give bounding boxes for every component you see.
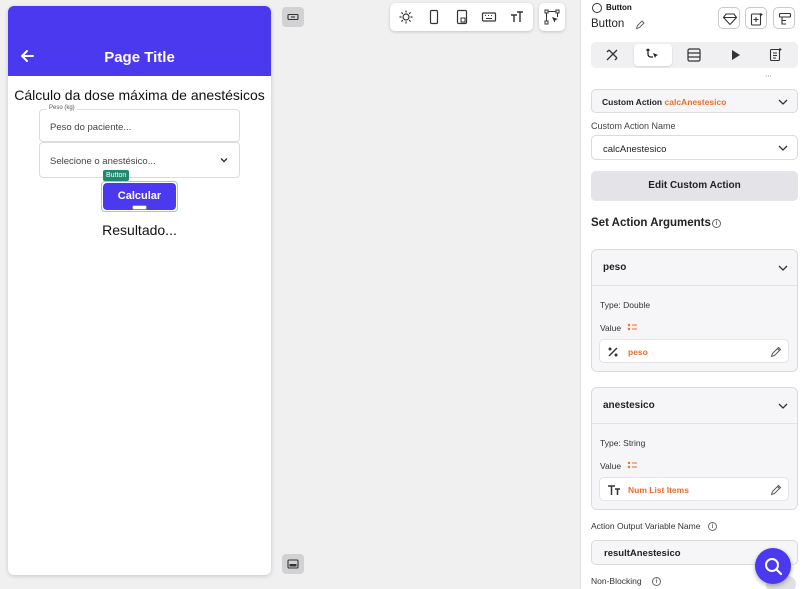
wrench-ruler-icon bbox=[606, 49, 618, 61]
argument-card-peso: peso Type: Double Value peso bbox=[591, 249, 798, 372]
argument-value-label: Value bbox=[600, 323, 622, 333]
edit-icon[interactable] bbox=[770, 346, 782, 358]
custom-action-prefix: Custom Action bbox=[602, 97, 663, 107]
info-icon[interactable]: i bbox=[652, 577, 661, 586]
argument-name: anestesico bbox=[603, 400, 655, 411]
vector-select-icon bbox=[544, 9, 560, 25]
panel-toggle-icon bbox=[287, 13, 299, 21]
tab-documentation[interactable] bbox=[757, 44, 795, 66]
widget-tree-button[interactable] bbox=[773, 7, 795, 29]
select-mode-button[interactable] bbox=[539, 3, 565, 31]
peso-field[interactable]: Peso (kg) Peso do paciente... bbox=[39, 105, 240, 142]
text-icon bbox=[608, 485, 620, 495]
keyboard-icon[interactable] bbox=[481, 9, 497, 25]
light-mode-icon[interactable] bbox=[398, 9, 414, 25]
peso-field-label: Peso (kg) bbox=[47, 105, 77, 111]
custom-action-label: Custom Action calcAnestesico bbox=[602, 97, 726, 107]
info-icon[interactable]: i bbox=[708, 522, 717, 531]
scroll-hint-icon: ⋯ bbox=[765, 73, 772, 80]
phone-device-icon[interactable] bbox=[426, 9, 442, 25]
argument-value-label: Value bbox=[600, 461, 622, 471]
edit-icon[interactable] bbox=[770, 484, 782, 496]
argument-header[interactable]: peso bbox=[592, 250, 797, 286]
argument-type: Type: Double bbox=[600, 300, 651, 310]
calc-heading: Cálculo da dose máxima de anestésicos bbox=[14, 87, 265, 103]
argument-type: Type: String bbox=[600, 438, 646, 448]
action-flow-icon bbox=[646, 48, 658, 58]
panel-tabs bbox=[591, 42, 798, 68]
variable-picker-icon[interactable] bbox=[627, 461, 638, 469]
argument-value: Num List Items bbox=[628, 485, 689, 495]
widget-name: Button bbox=[591, 18, 625, 30]
note-add-icon bbox=[769, 48, 782, 62]
add-to-library-button[interactable] bbox=[745, 7, 767, 29]
tab-properties[interactable] bbox=[593, 44, 631, 66]
theme-button[interactable] bbox=[718, 7, 740, 29]
argument-name: peso bbox=[603, 262, 627, 273]
tablet-device-icon[interactable] bbox=[454, 9, 470, 25]
app-bar: Page Title bbox=[8, 6, 271, 76]
button-widget-icon bbox=[592, 3, 602, 13]
play-icon bbox=[732, 50, 740, 60]
custom-action-name-value: calcAnestesico bbox=[603, 144, 667, 155]
edit-name-icon[interactable] bbox=[635, 20, 645, 30]
argument-value-field[interactable]: Num List Items bbox=[599, 477, 789, 501]
panel-bottom-icon bbox=[287, 559, 299, 569]
collapse-bottom-button[interactable] bbox=[282, 554, 304, 574]
argument-value: peso bbox=[628, 347, 648, 357]
collapse-left-button[interactable] bbox=[282, 7, 304, 27]
text-scale-icon[interactable] bbox=[509, 9, 525, 25]
chevron-down-icon bbox=[778, 145, 788, 151]
phone-preview: Page Title Cálculo da dose máxima de ane… bbox=[8, 6, 271, 575]
tree-icon bbox=[778, 12, 792, 25]
resize-handle[interactable] bbox=[132, 205, 147, 210]
non-blocking-label: Non-Blocking bbox=[591, 576, 642, 586]
properties-panel: Button Button ⋯ Custom Action calcAneste… bbox=[580, 0, 803, 589]
search-icon bbox=[765, 558, 783, 576]
custom-action-selector[interactable]: Custom Action calcAnestesico bbox=[591, 89, 798, 113]
argument-card-anestesico: anestesico Type: String Value Num List I… bbox=[591, 387, 798, 510]
tab-animations[interactable] bbox=[716, 44, 754, 66]
library-add-icon bbox=[750, 13, 763, 26]
variable-icon bbox=[608, 347, 618, 357]
search-fab[interactable] bbox=[755, 548, 791, 584]
chevron-down-icon bbox=[778, 99, 788, 105]
diamond-icon bbox=[723, 13, 737, 26]
info-icon[interactable]: i bbox=[712, 219, 721, 228]
argument-value-field[interactable]: peso bbox=[599, 339, 789, 363]
edit-custom-action-button[interactable]: Edit Custom Action bbox=[591, 171, 798, 201]
argument-header[interactable]: anestesico bbox=[592, 388, 797, 424]
widget-type-label: Button bbox=[606, 3, 632, 12]
database-icon bbox=[687, 48, 701, 62]
page-title: Page Title bbox=[104, 49, 175, 66]
chevron-down-icon bbox=[220, 158, 228, 163]
output-variable-label: Action Output Variable Name bbox=[591, 521, 701, 531]
custom-action-name-dropdown[interactable]: calcAnestesico bbox=[591, 135, 798, 160]
tab-backend-query[interactable] bbox=[675, 44, 713, 66]
arguments-title: Set Action Arguments bbox=[591, 217, 711, 229]
chevron-down-icon bbox=[778, 403, 788, 409]
chevron-down-icon bbox=[778, 265, 788, 271]
canvas-toolbar bbox=[390, 3, 533, 31]
custom-action-value: calcAnestesico bbox=[664, 97, 727, 107]
output-variable-value: resultAnestesico bbox=[604, 548, 681, 559]
result-text: Resultado... bbox=[102, 222, 177, 238]
tab-actions[interactable] bbox=[634, 44, 672, 66]
anestesico-dropdown-placeholder: Selecione o anestésico... bbox=[50, 156, 156, 167]
custom-action-name-label: Custom Action Name bbox=[591, 121, 676, 131]
selected-widget-badge: Button bbox=[103, 170, 130, 181]
variable-picker-icon[interactable] bbox=[627, 323, 638, 331]
peso-field-placeholder: Peso do paciente... bbox=[50, 122, 132, 133]
anestesico-dropdown[interactable]: Selecione o anestésico... bbox=[39, 142, 240, 178]
